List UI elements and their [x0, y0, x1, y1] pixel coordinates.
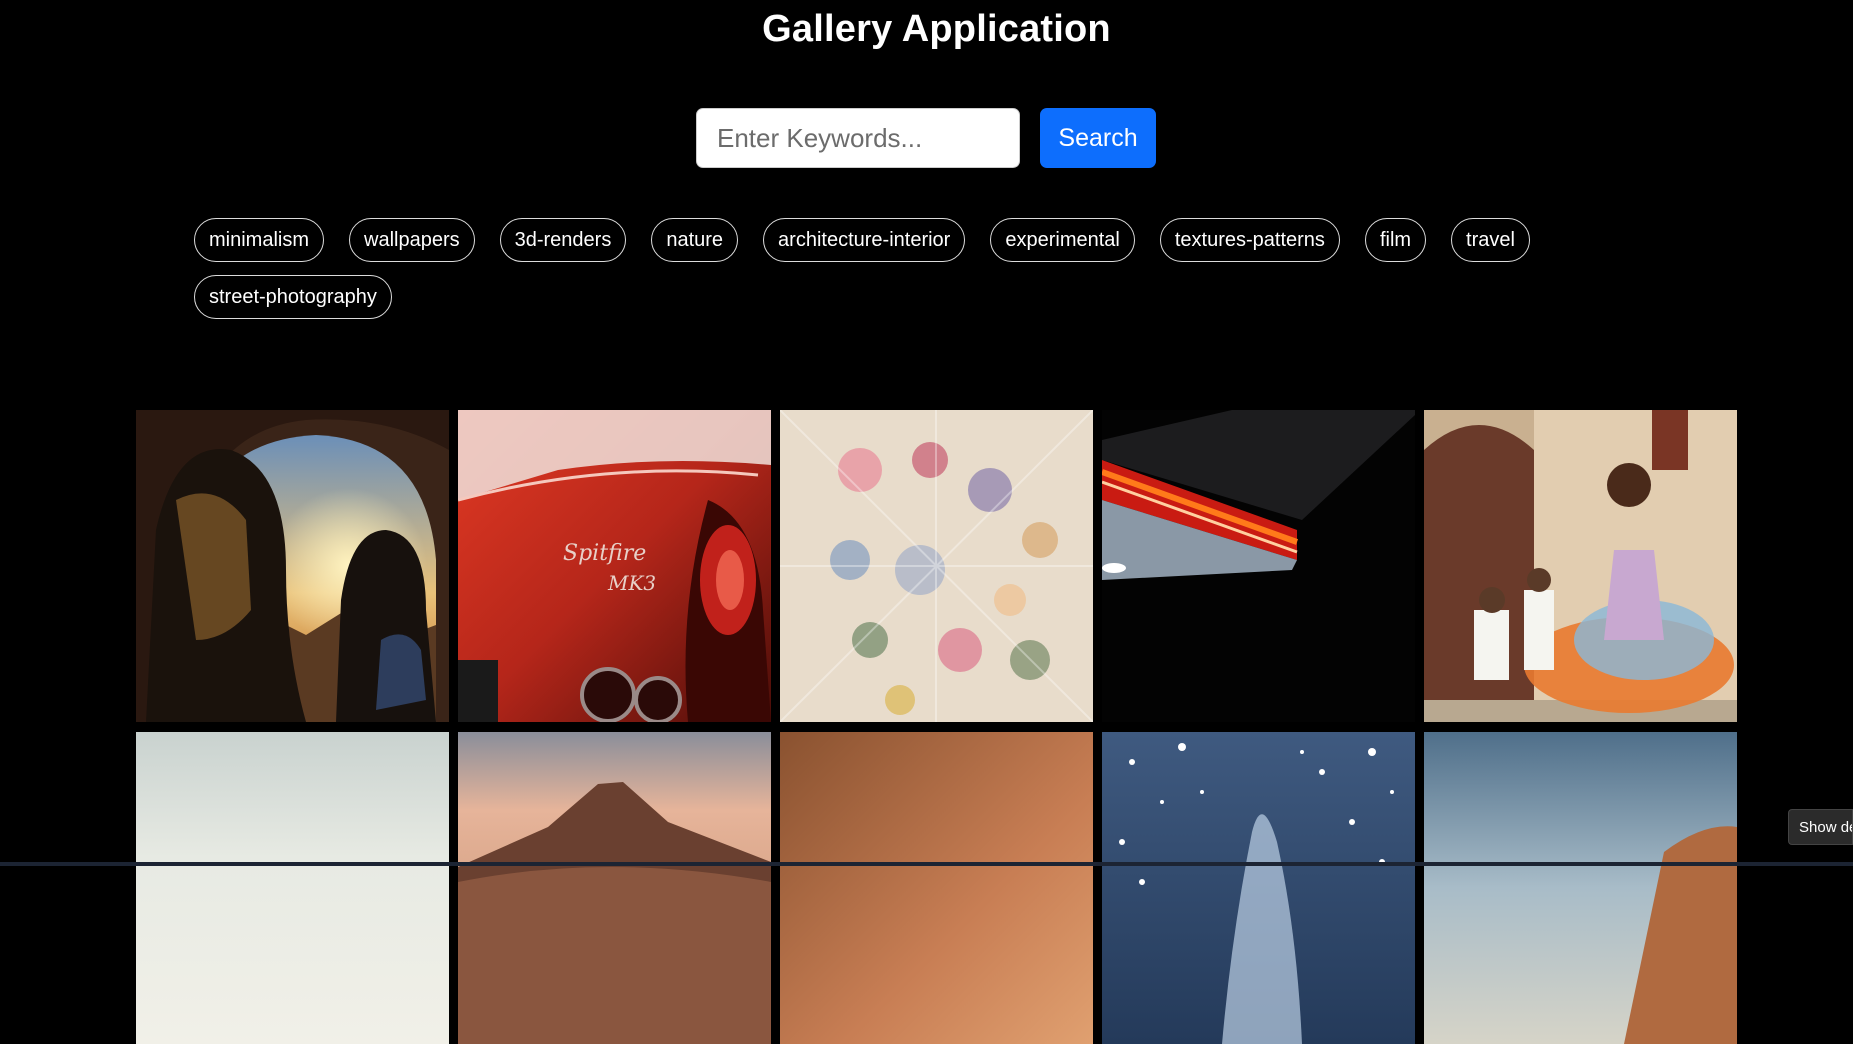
photo-orange-sky[interactable]	[780, 732, 1093, 1044]
search-bar: Search	[696, 108, 1156, 168]
search-button[interactable]: Search	[1040, 108, 1156, 168]
photo-dancer[interactable]	[1424, 410, 1737, 722]
tag-nature[interactable]: nature	[651, 218, 739, 262]
tag-street-photography[interactable]: street-photography	[194, 275, 392, 319]
photo-frozen-flowers[interactable]	[780, 410, 1093, 722]
photo-grid: Spitfire MK3	[136, 410, 1737, 1044]
photo-arch-sunset[interactable]	[136, 410, 449, 722]
photo-gas-station[interactable]	[1102, 410, 1415, 722]
tag-film[interactable]: film	[1364, 218, 1427, 262]
photo-snow[interactable]	[1102, 732, 1415, 1044]
search-input[interactable]	[696, 108, 1020, 168]
photo-mountain[interactable]	[458, 732, 771, 1044]
photo-red-car[interactable]: Spitfire MK3	[458, 410, 771, 722]
svg-text:MK3: MK3	[607, 571, 656, 595]
tag-textures-patterns[interactable]: textures-patterns	[1159, 218, 1340, 262]
page-title: Gallery Application	[762, 8, 1111, 50]
tag-travel[interactable]: travel	[1451, 218, 1530, 262]
tag-wallpapers[interactable]: wallpapers	[349, 218, 475, 262]
tag-architecture-interior[interactable]: architecture-interior	[763, 218, 966, 262]
tag-minimalism[interactable]: minimalism	[194, 218, 324, 262]
bottom-bar	[0, 862, 1853, 866]
show-details-button[interactable]: Show de	[1788, 809, 1853, 845]
tag-experimental[interactable]: experimental	[990, 218, 1135, 262]
tag-list: minimalism wallpapers 3d-renders nature …	[194, 218, 1574, 319]
tag-3d-renders[interactable]: 3d-renders	[499, 218, 627, 262]
photo-pale-sky[interactable]	[136, 732, 449, 1044]
svg-text:Spitfire: Spitfire	[563, 541, 646, 566]
photo-desert-horizon[interactable]	[1424, 732, 1737, 1044]
